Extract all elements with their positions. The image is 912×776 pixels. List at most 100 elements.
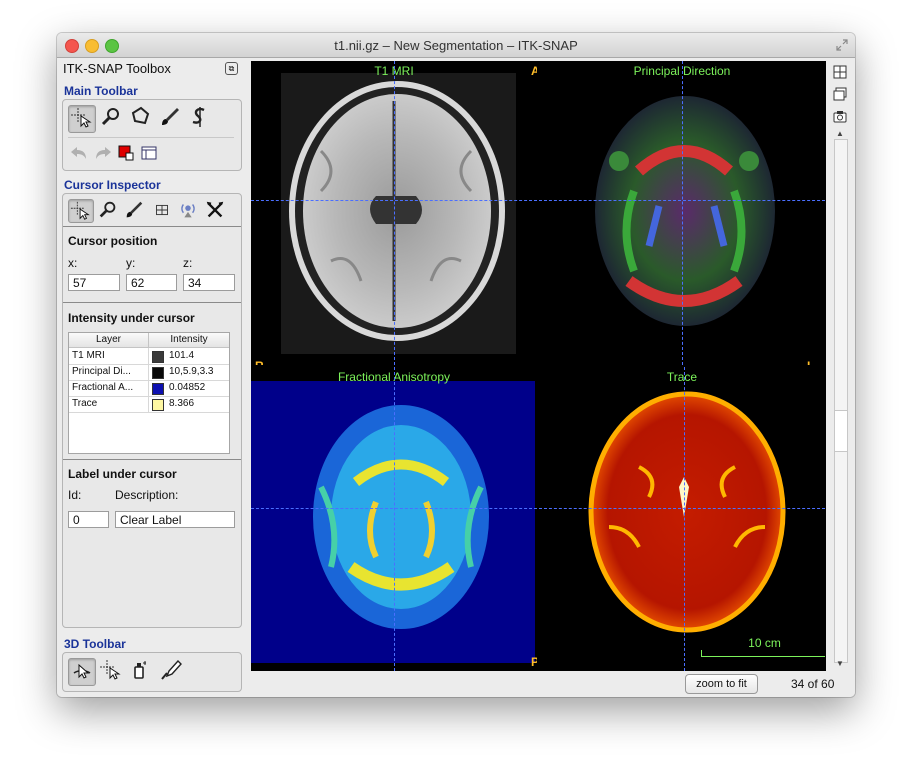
paintbrush-mode-icon[interactable] xyxy=(122,199,146,221)
intensity-value: 0.04852 xyxy=(169,382,206,393)
color-swatch xyxy=(152,383,164,395)
layout-toggle-icon[interactable] xyxy=(833,87,847,101)
zoom-tool-icon[interactable] xyxy=(98,105,124,131)
scalpel-icon[interactable] xyxy=(157,658,183,684)
title-bar[interactable]: t1.nii.gz – New Segmentation – ITK-SNAP xyxy=(57,33,855,58)
cell-divider xyxy=(148,348,149,364)
cursor-inspector-heading: Cursor Inspector xyxy=(64,178,161,192)
zoom-mode-icon[interactable] xyxy=(96,199,120,221)
slice-scrollbar-thumb[interactable] xyxy=(835,410,847,452)
id-label: Id: xyxy=(68,488,82,502)
view-toolbar: ▲ ▼ xyxy=(826,61,855,671)
layer-inspector-icon[interactable] xyxy=(136,141,162,167)
label-description-field[interactable]: Clear Label xyxy=(115,511,235,528)
color-swatch xyxy=(152,351,164,363)
z-label: z: xyxy=(183,256,193,270)
cursor-y-field[interactable]: 62 xyxy=(126,274,177,291)
cell-divider xyxy=(148,364,149,380)
scroll-down-arrow-icon[interactable]: ▼ xyxy=(836,659,844,668)
3d-toolbar-heading: 3D Toolbar xyxy=(64,637,126,651)
undo-icon[interactable] xyxy=(66,141,92,167)
spray-paint-icon[interactable] xyxy=(127,658,153,684)
slice-scrollbar[interactable] xyxy=(834,139,848,663)
cursor-z-field[interactable]: 34 xyxy=(183,274,235,291)
undock-icon[interactable]: ⧉ xyxy=(225,62,238,75)
intensity-value: 101.4 xyxy=(169,350,195,361)
crosshair-horizontal xyxy=(539,200,825,201)
cursor-position-label: Cursor position xyxy=(68,234,158,248)
crosshair-3d-icon[interactable] xyxy=(98,658,124,684)
table-row[interactable]: Fractional A... 0.04852 xyxy=(69,380,229,397)
cell-divider xyxy=(148,396,149,412)
intensity-value: 10,5.9,3.3 xyxy=(169,366,214,377)
divider xyxy=(63,226,241,227)
scroll-up-arrow-icon[interactable]: ▲ xyxy=(836,129,844,138)
layer-name: T1 MRI xyxy=(72,350,105,361)
view-fractional-anisotropy[interactable]: Fractional Anisotropy xyxy=(251,367,537,671)
description-label: Description: xyxy=(115,488,179,502)
redo-icon[interactable] xyxy=(90,141,116,167)
crosshair-vertical xyxy=(684,367,685,671)
layer-name: Fractional A... xyxy=(72,382,134,393)
cell-divider xyxy=(148,380,149,396)
crosshair-horizontal xyxy=(539,508,825,509)
label-id-field[interactable]: 0 xyxy=(68,511,109,528)
table-row[interactable]: T1 MRI 101.4 xyxy=(69,348,229,365)
column-header-layer[interactable]: Layer xyxy=(69,333,149,348)
tools-icon[interactable] xyxy=(203,199,227,221)
rotate-3d-icon[interactable] xyxy=(68,658,96,686)
layer-name: Trace xyxy=(72,398,98,409)
slice-indicator: 34 of 60 xyxy=(791,677,835,691)
crosshair-vertical xyxy=(394,61,395,365)
sync-icon[interactable] xyxy=(176,199,200,221)
column-header-intensity[interactable]: Intensity xyxy=(149,333,229,348)
fullscreen-icon[interactable] xyxy=(835,38,849,52)
cursor-x-field[interactable]: 57 xyxy=(68,274,120,291)
zoom-to-fit-button[interactable]: zoom to fit xyxy=(685,674,758,694)
label-under-cursor-label: Label under cursor xyxy=(68,467,177,481)
scale-bar xyxy=(701,650,825,657)
y-label: y: xyxy=(126,256,136,270)
main-toolbar-heading: Main Toolbar xyxy=(64,84,138,98)
screenshot-camera-icon[interactable] xyxy=(833,109,847,123)
view-trace[interactable]: Trace 10 cm xyxy=(539,367,825,671)
view-principal-direction[interactable]: Principal Direction L xyxy=(539,61,825,365)
toolbox-title: ITK-SNAP Toolbox xyxy=(63,61,171,76)
x-label: x: xyxy=(68,256,78,270)
intensity-table[interactable]: Layer Intensity T1 MRI 101.4 Principal Di.… xyxy=(68,332,230,454)
crosshair-horizontal xyxy=(251,508,537,509)
intensity-value: 8.366 xyxy=(169,398,195,409)
3d-toolbar-panel xyxy=(62,652,242,692)
intensity-label: Intensity under cursor xyxy=(68,311,195,325)
divider xyxy=(63,459,241,460)
paintbrush-tool-icon[interactable] xyxy=(157,105,183,131)
table-row[interactable]: Principal Di... 10,5.9,3.3 xyxy=(69,364,229,381)
layer-name: Principal Di... xyxy=(72,366,131,377)
four-view-layout-icon[interactable] xyxy=(833,65,847,79)
main-toolbar-panel xyxy=(62,99,242,171)
crosshair-mode-icon[interactable] xyxy=(68,199,94,223)
status-bar: zoom to fit 34 of 60 xyxy=(251,671,855,697)
layout-grid-icon[interactable] xyxy=(150,199,174,221)
view-title: Trace xyxy=(666,370,698,384)
crosshair-vertical xyxy=(394,367,395,671)
view-separator xyxy=(537,61,539,671)
cursor-inspector-panel: Cursor position x: y: z: 57 62 34 Intens… xyxy=(62,193,242,628)
toolbox-sidebar: ITK-SNAP Toolbox ⧉ Main Toolbar Cursor I… xyxy=(57,58,250,697)
app-window: t1.nii.gz – New Segmentation – ITK-SNAP … xyxy=(57,33,855,697)
crosshair-tool-icon[interactable] xyxy=(68,105,96,133)
snake-tool-icon[interactable] xyxy=(187,105,213,131)
view-t1-mri[interactable]: T1 MRI A R xyxy=(251,61,537,365)
crosshair-horizontal xyxy=(251,200,537,201)
trace-image[interactable] xyxy=(539,367,825,671)
polygon-tool-icon[interactable] xyxy=(127,105,153,131)
toolbar-divider xyxy=(68,137,234,138)
image-viewer[interactable]: T1 MRI A R Principal Direction xyxy=(251,61,826,671)
crosshair-vertical xyxy=(682,61,683,365)
color-swatch xyxy=(152,367,164,379)
scale-bar-label: 10 cm xyxy=(748,636,781,650)
divider xyxy=(63,302,241,303)
color-swatch xyxy=(152,399,164,411)
window-title: t1.nii.gz – New Segmentation – ITK-SNAP xyxy=(334,38,578,53)
table-row[interactable]: Trace 8.366 xyxy=(69,396,229,413)
